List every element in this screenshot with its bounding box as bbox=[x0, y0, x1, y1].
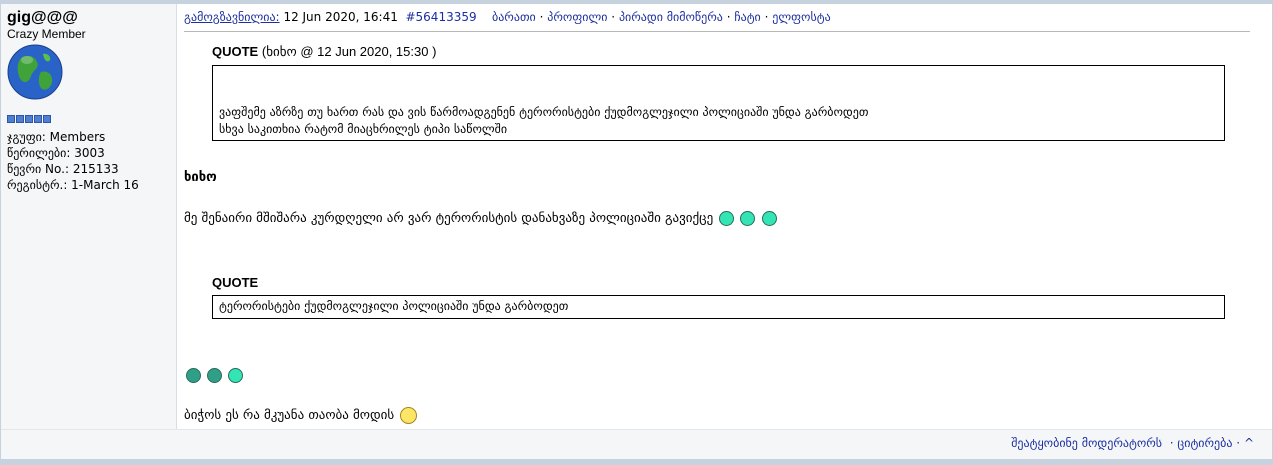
card-link[interactable]: ბარათი bbox=[492, 10, 536, 24]
email-link[interactable]: ელფოსტა bbox=[772, 10, 830, 24]
author-posts: წერილები: 3003 bbox=[7, 146, 105, 160]
post-action-links: ბარათი · პროფილი · პირადი მიმოწერა · ჩატ… bbox=[492, 10, 831, 24]
rank-pip bbox=[16, 115, 24, 123]
laughing-smiley-icon bbox=[186, 368, 201, 383]
author-rank: Crazy Member bbox=[7, 27, 86, 41]
globe-avatar-icon bbox=[7, 44, 63, 100]
author-member-no: წევრი No.: 215133 bbox=[7, 162, 119, 176]
author-group: ჯგუფი: Members bbox=[7, 130, 106, 144]
private-message-link[interactable]: პირადი მიმოწერა bbox=[619, 10, 723, 24]
quote-label: QUOTE bbox=[212, 44, 259, 59]
reply-text: მე შენაირი მშიშარა კურდღელი არ ვარ ტერორ… bbox=[184, 211, 714, 226]
author-panel: gig@@@ Crazy Member ჯგუფი: Members წერილ… bbox=[1, 4, 177, 429]
profile-link[interactable]: პროფილი bbox=[547, 10, 607, 24]
quoted-user-name: ხიხო bbox=[184, 170, 217, 185]
smiley-icon bbox=[719, 211, 735, 226]
quote-line: სხვა საკითხია რატომ მიაცხრილეს ტიპი საწო… bbox=[219, 122, 508, 136]
author-username[interactable]: gig@@@ bbox=[7, 9, 176, 27]
link-separator: · bbox=[611, 10, 616, 24]
post-footer: შეატყობინე მოდერატორს · ციტირება · ^ bbox=[1, 429, 1272, 459]
quote-block-2: QUOTE ტერორისტები ქუდმოგლეჯილი პოლიციაში… bbox=[212, 275, 1225, 319]
post-header: გამოგზავნილია: 12 Jun 2020, 16:41 #56413… bbox=[184, 10, 1250, 32]
post-body: გამოგზავნილია: 12 Jun 2020, 16:41 #56413… bbox=[178, 4, 1256, 429]
quote-box-2: ტერორისტები ქუდმოგლეჯილი პოლიციაში უნდა … bbox=[212, 295, 1225, 319]
quote-line: ტერორისტები ქუდმოგლეჯილი პოლიციაში უნდა … bbox=[219, 299, 569, 313]
quote-meta: (ხიხო @ 12 Jun 2020, 15:30 ) bbox=[261, 44, 437, 59]
reply-text-line: მე შენაირი მშიშარა კურდღელი არ ვარ ტერორ… bbox=[184, 211, 777, 226]
grin-smiley-icon bbox=[207, 368, 223, 383]
report-moderator-link[interactable]: შეატყობინე მოდერატორს bbox=[1011, 436, 1162, 450]
closing-text: ბიჭოს ეს რა მკუანა თაობა მოდის bbox=[184, 408, 395, 423]
rank-pip bbox=[25, 115, 33, 123]
post-number-link[interactable]: #56413359 bbox=[405, 10, 476, 24]
quote-link[interactable]: ციტირება bbox=[1177, 436, 1232, 450]
rank-pip bbox=[34, 115, 42, 123]
closing-text-line: ბიჭოს ეს რა მკუანა თაობა მოდის bbox=[184, 407, 418, 424]
smiley-icon bbox=[740, 211, 756, 226]
rank-pip bbox=[7, 115, 15, 123]
quote-label: QUOTE bbox=[212, 275, 259, 290]
quote-box-1: ვაფშემე აზრზე თუ ხართ რას და ვის წარმოად… bbox=[212, 65, 1225, 141]
author-registered: რეგისტრ.: 1-March 16 bbox=[7, 178, 139, 192]
footer-links: შეატყობინე მოდერატორს · ციტირება · ^ bbox=[1011, 436, 1254, 450]
link-separator: · bbox=[1169, 436, 1174, 450]
rank-pip bbox=[43, 115, 51, 123]
link-separator: · bbox=[764, 10, 769, 24]
waving-smiley-icon bbox=[400, 407, 418, 424]
quote-header: QUOTE (ხიხო @ 12 Jun 2020, 15:30 ) bbox=[212, 44, 1225, 60]
smiley-icon bbox=[761, 211, 777, 226]
rank-pips bbox=[7, 115, 176, 125]
chat-link[interactable]: ჩატი bbox=[734, 10, 760, 24]
link-separator: · bbox=[539, 10, 544, 24]
quote-block-1: QUOTE (ხიხო @ 12 Jun 2020, 15:30 ) ვაფშე… bbox=[212, 44, 1225, 141]
author-stats: ჯგუფი: Members წერილები: 3003 წევრი No.:… bbox=[7, 129, 176, 193]
smiley-icon bbox=[228, 368, 244, 383]
back-to-top-link[interactable]: ^ bbox=[1244, 436, 1254, 450]
posted-link[interactable]: გამოგზავნილია: bbox=[184, 10, 280, 24]
post-date: 12 Jun 2020, 16:41 bbox=[283, 10, 398, 24]
quote-line: ვაფშემე აზრზე თუ ხართ რას და ვის წარმოად… bbox=[219, 105, 869, 119]
quote-header: QUOTE bbox=[212, 275, 1225, 290]
link-separator: · bbox=[726, 10, 731, 24]
emoticon-row bbox=[184, 368, 244, 383]
link-separator: · bbox=[1236, 436, 1241, 450]
